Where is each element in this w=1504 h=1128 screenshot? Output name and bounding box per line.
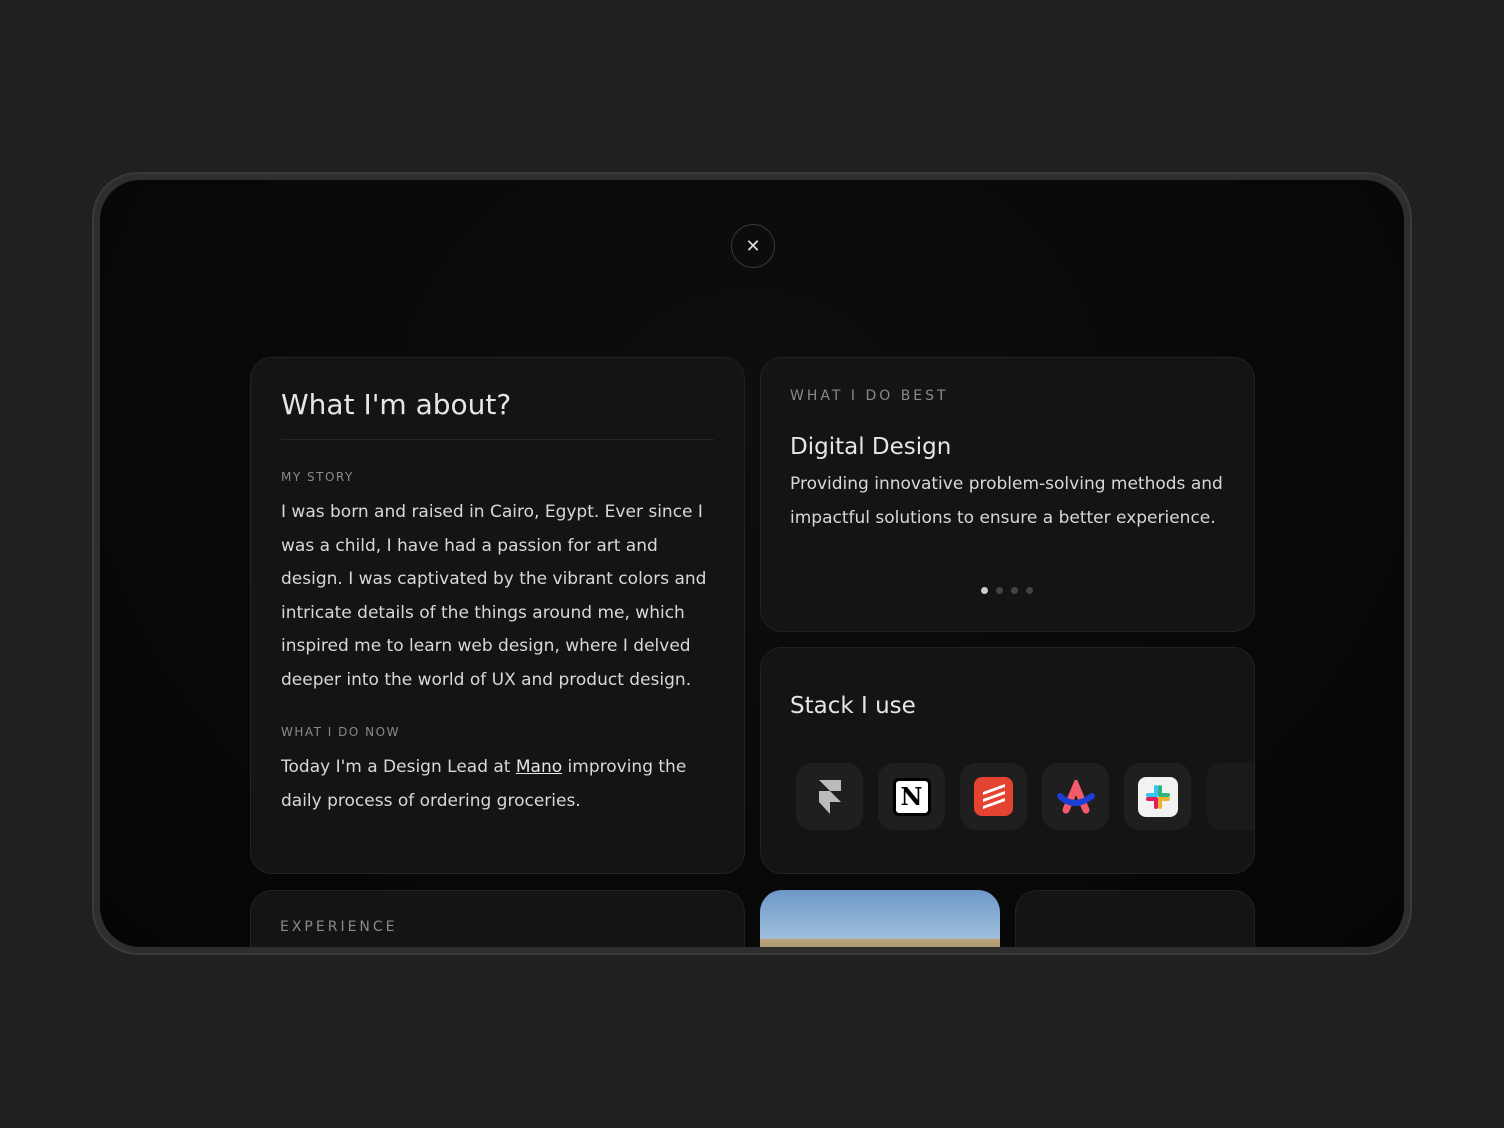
tool-notion[interactable]: N <box>878 763 945 830</box>
close-button[interactable]: ✕ <box>731 224 775 268</box>
experience-label: EXPERIENCE <box>280 919 398 935</box>
story-label: MY STORY <box>281 470 354 484</box>
carousel-dot[interactable] <box>996 587 1003 594</box>
now-label: WHAT I DO NOW <box>281 725 400 739</box>
tool-framer[interactable] <box>796 763 863 830</box>
screen: ✕ What I'm about? MY STORY I was born an… <box>100 180 1404 947</box>
notion-icon: N <box>892 777 931 816</box>
best-title: Digital Design <box>790 434 952 460</box>
close-icon: ✕ <box>745 235 761 257</box>
carousel-dot[interactable] <box>1011 587 1018 594</box>
arc-icon <box>1056 779 1095 813</box>
best-text: Providing innovative problem-solving met… <box>790 474 1223 528</box>
tool-slack[interactable] <box>1124 763 1191 830</box>
carousel-dot[interactable] <box>1026 587 1033 594</box>
about-title: What I'm about? <box>281 388 512 421</box>
best-card: WHAT I DO BEST Digital Design Providing … <box>760 357 1255 632</box>
slack-icon <box>1137 776 1178 817</box>
todoist-icon <box>974 777 1013 816</box>
tool-arc[interactable] <box>1042 763 1109 830</box>
stack-title: Stack I use <box>790 693 916 719</box>
carousel-dot[interactable] <box>981 587 988 594</box>
about-card: What I'm about? MY STORY I was born and … <box>250 357 745 874</box>
tool-list: N <box>796 763 1254 830</box>
framer-icon <box>818 779 841 814</box>
experience-card: EXPERIENCE <box>250 890 745 947</box>
mano-link[interactable]: Mano <box>516 757 562 777</box>
tool-more[interactable] <box>1206 763 1254 830</box>
best-label: WHAT I DO BEST <box>790 388 949 404</box>
extra-card <box>1015 890 1255 947</box>
stack-card: Stack I use N <box>760 647 1255 874</box>
divider <box>281 439 714 440</box>
story-text: I was born and raised in Cairo, Egypt. E… <box>281 502 707 690</box>
tool-todoist[interactable] <box>960 763 1027 830</box>
photo-card <box>760 890 1000 947</box>
now-text: Today I'm a Design Lead at Mano improvin… <box>281 751 714 818</box>
now-text-before: Today I'm a Design Lead at <box>281 757 516 777</box>
carousel-dots <box>981 587 1033 594</box>
